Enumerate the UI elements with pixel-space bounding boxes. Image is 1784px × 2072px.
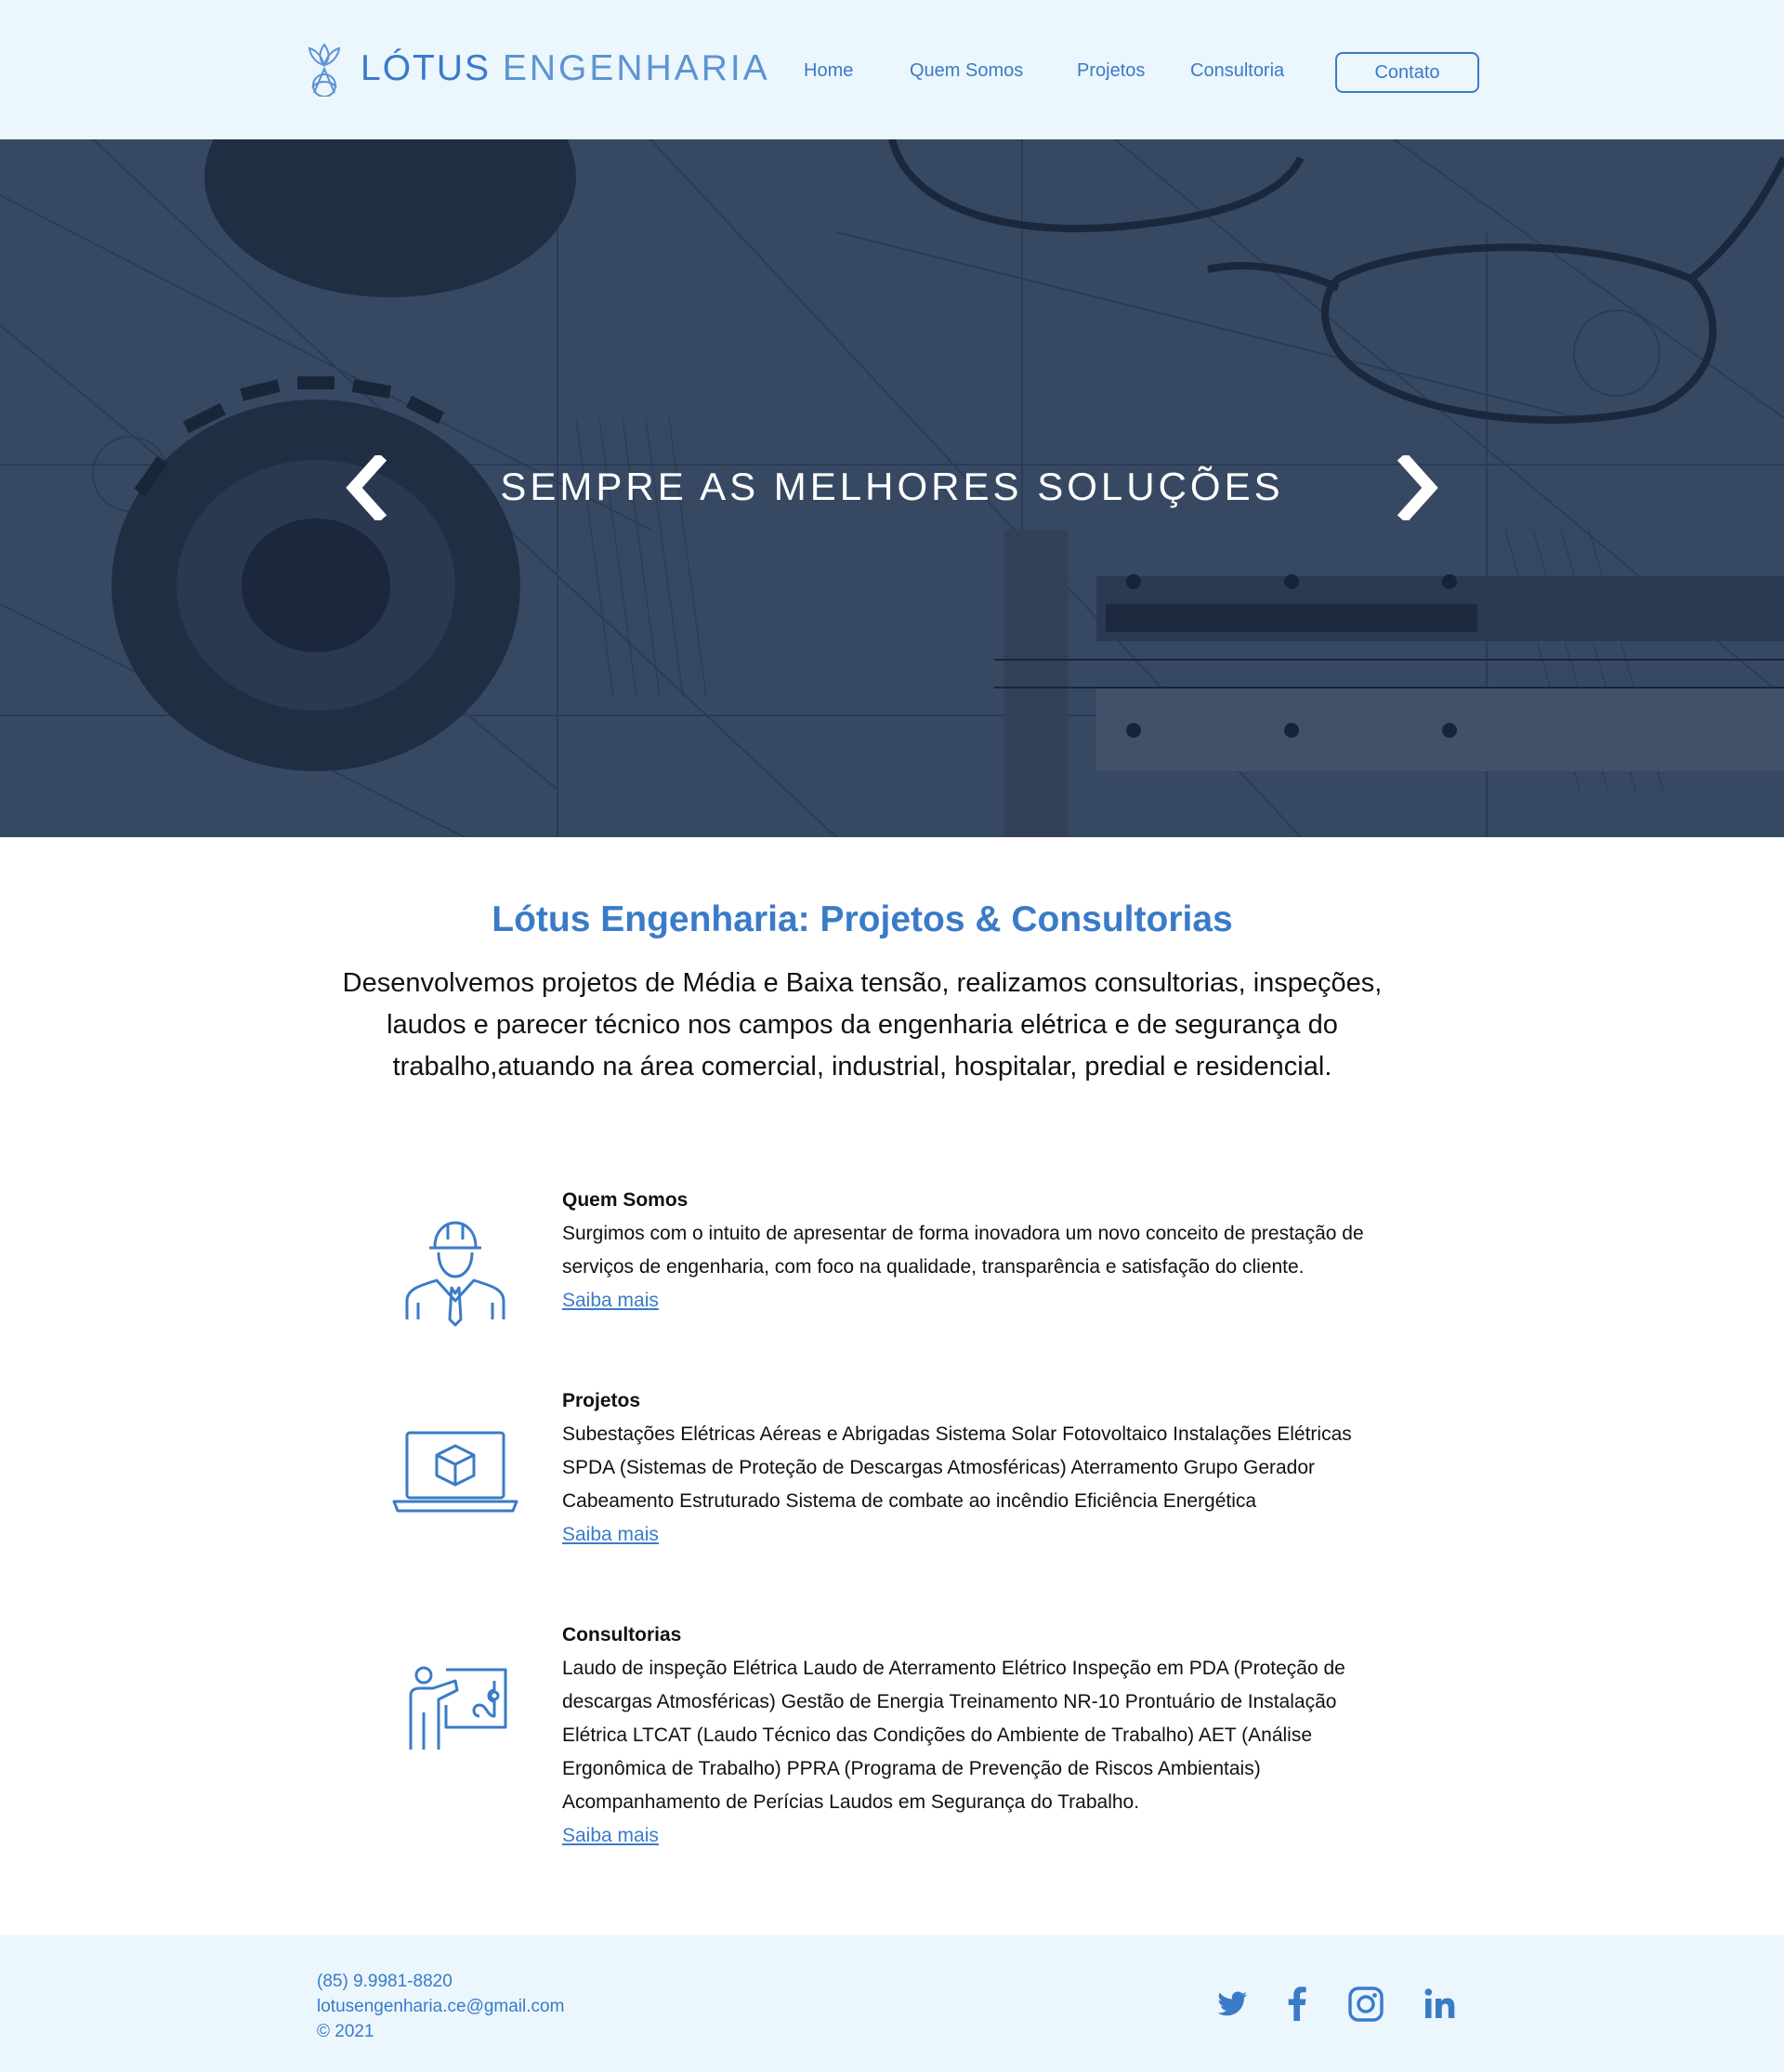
site-header: LÓTUS ENGENHARIA Home Quem Somos Projeto… xyxy=(0,0,1784,139)
intro-title: Lótus Engenharia: Projetos & Consultoria… xyxy=(492,899,1233,939)
contact-button[interactable]: Contato xyxy=(1335,52,1479,93)
facebook-icon[interactable] xyxy=(1279,1986,1316,2023)
nav-consultoria[interactable]: Consultoria xyxy=(1190,52,1284,89)
brand-name-light: ENGENHARIA xyxy=(502,48,770,88)
nav-quem-somos[interactable]: Quem Somos xyxy=(910,52,1023,89)
service-title: Consultorias xyxy=(562,1624,682,1646)
linkedin-icon[interactable] xyxy=(1422,1986,1459,2023)
presenter-board-icon xyxy=(409,1666,507,1750)
service-text: Surgimos com o intuito de apresentar de … xyxy=(562,1223,1364,1278)
saiba-mais-link[interactable]: Saiba mais xyxy=(562,1518,659,1552)
twitter-icon[interactable] xyxy=(1213,1986,1251,2023)
service-quem-somos-body: Quem Somos Surgimos com o intuito de apr… xyxy=(562,1184,1398,1318)
engineer-icon xyxy=(405,1221,505,1327)
nav-home[interactable]: Home xyxy=(804,52,853,89)
footer-email[interactable]: lotusengenharia.ce@gmail.com xyxy=(317,1994,564,2019)
footer-copyright: © 2021 xyxy=(317,2022,374,2041)
nav-projetos[interactable]: Projetos xyxy=(1077,52,1145,89)
logo[interactable]: LÓTUS ENGENHARIA xyxy=(305,41,770,97)
saiba-mais-link[interactable]: Saiba mais xyxy=(562,1819,659,1853)
brand-name: LÓTUS ENGENHARIA xyxy=(361,48,770,89)
saiba-mais-link[interactable]: Saiba mais xyxy=(562,1284,659,1318)
intro-text: Desenvolvemos projetos de Média e Baixa … xyxy=(342,968,1383,1082)
site-footer: (85) 9.9981-8820 lotusengenharia.ce@gmai… xyxy=(0,1935,1784,2072)
hero-title: SEMPRE AS MELHORES SOLUÇÕES xyxy=(500,465,1284,508)
instagram-icon[interactable] xyxy=(1347,1986,1384,2023)
chevron-right-icon[interactable] xyxy=(1389,455,1445,520)
service-text: Laudo de inspeção Elétrica Laudo de Ater… xyxy=(562,1658,1345,1813)
service-consultorias-body: Consultorias Laudo de inspeção Elétrica … xyxy=(562,1619,1398,1853)
service-projetos-body: Projetos Subestações Elétricas Aéreas e … xyxy=(562,1384,1398,1552)
service-title: Projetos xyxy=(562,1390,641,1411)
lotus-logo-icon xyxy=(308,43,341,97)
service-title: Quem Somos xyxy=(562,1189,689,1211)
laptop-cube-icon xyxy=(392,1431,518,1513)
footer-phone[interactable]: (85) 9.9981-8820 xyxy=(317,1969,564,1994)
service-text: Subestações Elétricas Aéreas e Abrigadas… xyxy=(562,1423,1352,1512)
hero-slider: SEMPRE AS MELHORES SOLUÇÕES xyxy=(0,139,1784,837)
brand-name-strong: LÓTUS xyxy=(361,48,492,88)
footer-contact-info: (85) 9.9981-8820 lotusengenharia.ce@gmai… xyxy=(317,1969,564,2044)
